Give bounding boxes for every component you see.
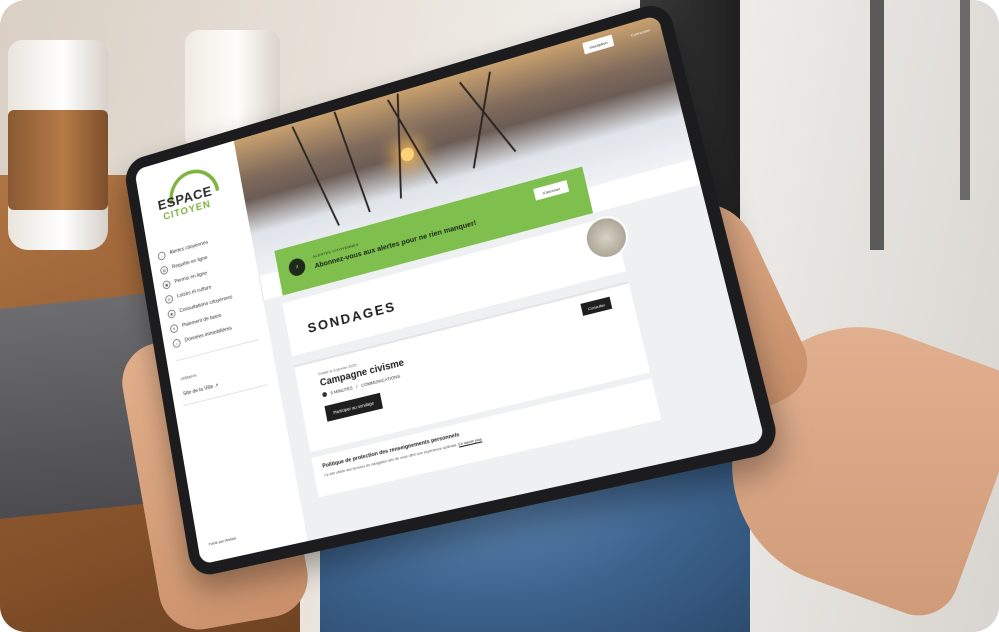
sunset-sun bbox=[399, 146, 416, 163]
bell-icon: ♪ bbox=[287, 256, 307, 278]
tree-branch bbox=[458, 81, 517, 153]
poll-meta-separator: / bbox=[355, 384, 359, 390]
leisure-icon: ◎ bbox=[164, 293, 174, 305]
coffee-cup bbox=[8, 40, 108, 250]
privacy-learn-more-link[interactable]: En savoir plus bbox=[458, 437, 482, 446]
espace-citoyen-logo[interactable]: ESPACE CITOYEN bbox=[149, 160, 235, 236]
permit-icon: ▣ bbox=[162, 279, 172, 290]
tree-branch bbox=[387, 99, 438, 185]
utilities-label: Utilitaires bbox=[180, 372, 197, 382]
chair-leg bbox=[870, 0, 884, 250]
poll-duration: 5 MINUTES bbox=[330, 385, 354, 396]
participate-button[interactable]: Participer au sondage bbox=[324, 392, 383, 422]
chair-leg bbox=[960, 0, 970, 200]
tree-branch bbox=[333, 111, 371, 213]
building-icon: ⌂ bbox=[172, 337, 182, 349]
photo-frame: ESPACE CITOYEN ♪ Alertes citoyennes ▤ Requ… bbox=[0, 0, 999, 632]
bell-icon: ♪ bbox=[157, 250, 167, 261]
document-icon: ▤ bbox=[159, 264, 169, 276]
payment-icon: $ bbox=[169, 323, 179, 334]
footer-credit: Fuelé par Webbit bbox=[208, 535, 237, 547]
clock-icon bbox=[321, 391, 328, 398]
consult-button[interactable]: Consulter bbox=[580, 296, 613, 316]
site-de-la-ville-link[interactable]: Site de la Ville ↗ bbox=[183, 383, 220, 398]
tree-branch bbox=[291, 126, 340, 226]
sidebar-nav: ♪ Alertes citoyennes ▤ Requête en ligne ▣ P… bbox=[157, 225, 261, 351]
avatar bbox=[580, 211, 633, 264]
consultation-icon: ◉ bbox=[167, 308, 177, 319]
tree-branch bbox=[396, 93, 402, 199]
page-title: SONDAGES bbox=[306, 297, 398, 336]
register-button[interactable]: Inscription bbox=[582, 34, 615, 55]
login-button[interactable]: Connexion bbox=[623, 22, 657, 42]
subscribe-button[interactable]: S'abonner bbox=[533, 180, 570, 201]
